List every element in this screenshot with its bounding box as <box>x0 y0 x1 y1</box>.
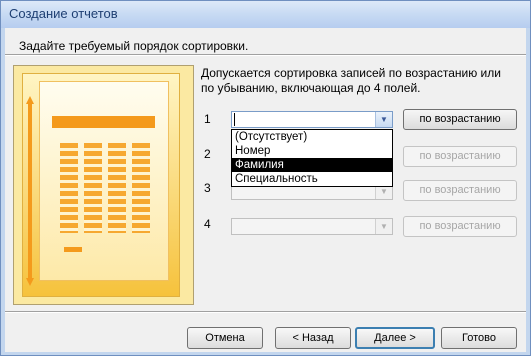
cancel-button[interactable]: Отмена <box>187 327 263 349</box>
footer-divider <box>5 311 526 313</box>
illustration-column <box>60 143 78 233</box>
chevron-down-icon[interactable]: ▼ <box>375 112 392 127</box>
wizard-subtitle: Задайте требуемый порядок сортировки. <box>19 39 249 53</box>
illustration-footer-bar <box>64 247 82 252</box>
sort-row-4-number: 4 <box>204 217 211 231</box>
sort-field-4-select[interactable]: ▼ <box>231 218 393 235</box>
finish-button[interactable]: Готово <box>441 327 517 349</box>
sort-order-3-button[interactable]: по возрастанию <box>403 180 517 201</box>
illustration-column <box>108 143 126 233</box>
sort-order-1-button[interactable]: по возрастанию <box>403 109 517 130</box>
title-bar[interactable]: Создание отчетов <box>1 1 530 28</box>
report-illustration <box>13 65 194 305</box>
wizard-body: Задайте требуемый порядок сортировки. До… <box>5 28 526 352</box>
illustration-column <box>132 143 150 233</box>
back-button[interactable]: < Назад <box>275 327 351 349</box>
chevron-down-icon[interactable]: ▼ <box>375 219 392 234</box>
sort-row-2-number: 2 <box>204 147 211 161</box>
illustration-header-bar <box>52 116 155 128</box>
text-caret <box>234 113 235 126</box>
next-button[interactable]: Далее > <box>355 327 435 349</box>
report-wizard-window: Создание отчетов Задайте требуемый поряд… <box>0 0 531 356</box>
sort-description: Допускается сортировка записей по возрас… <box>201 66 501 95</box>
sort-row-1-number: 1 <box>204 112 211 126</box>
dropdown-option[interactable]: (Отсутствует) <box>232 130 392 144</box>
dropdown-option-selected[interactable]: Фамилия <box>232 158 392 172</box>
sort-order-2-button[interactable]: по возрастанию <box>403 146 517 167</box>
sort-order-4-button[interactable]: по возрастанию <box>403 216 517 237</box>
sort-field-1-dropdown-list: (Отсутствует) Номер Фамилия Специальност… <box>231 129 393 187</box>
header-divider <box>5 54 526 56</box>
illustration-column <box>84 143 102 233</box>
sort-row-3-number: 3 <box>204 181 211 195</box>
dropdown-option[interactable]: Номер <box>232 144 392 158</box>
dropdown-option[interactable]: Специальность <box>232 172 392 186</box>
illustration-sort-arrow-icon <box>26 96 34 286</box>
sort-field-1-select[interactable]: ▼ <box>231 111 393 128</box>
window-title: Создание отчетов <box>9 6 118 21</box>
